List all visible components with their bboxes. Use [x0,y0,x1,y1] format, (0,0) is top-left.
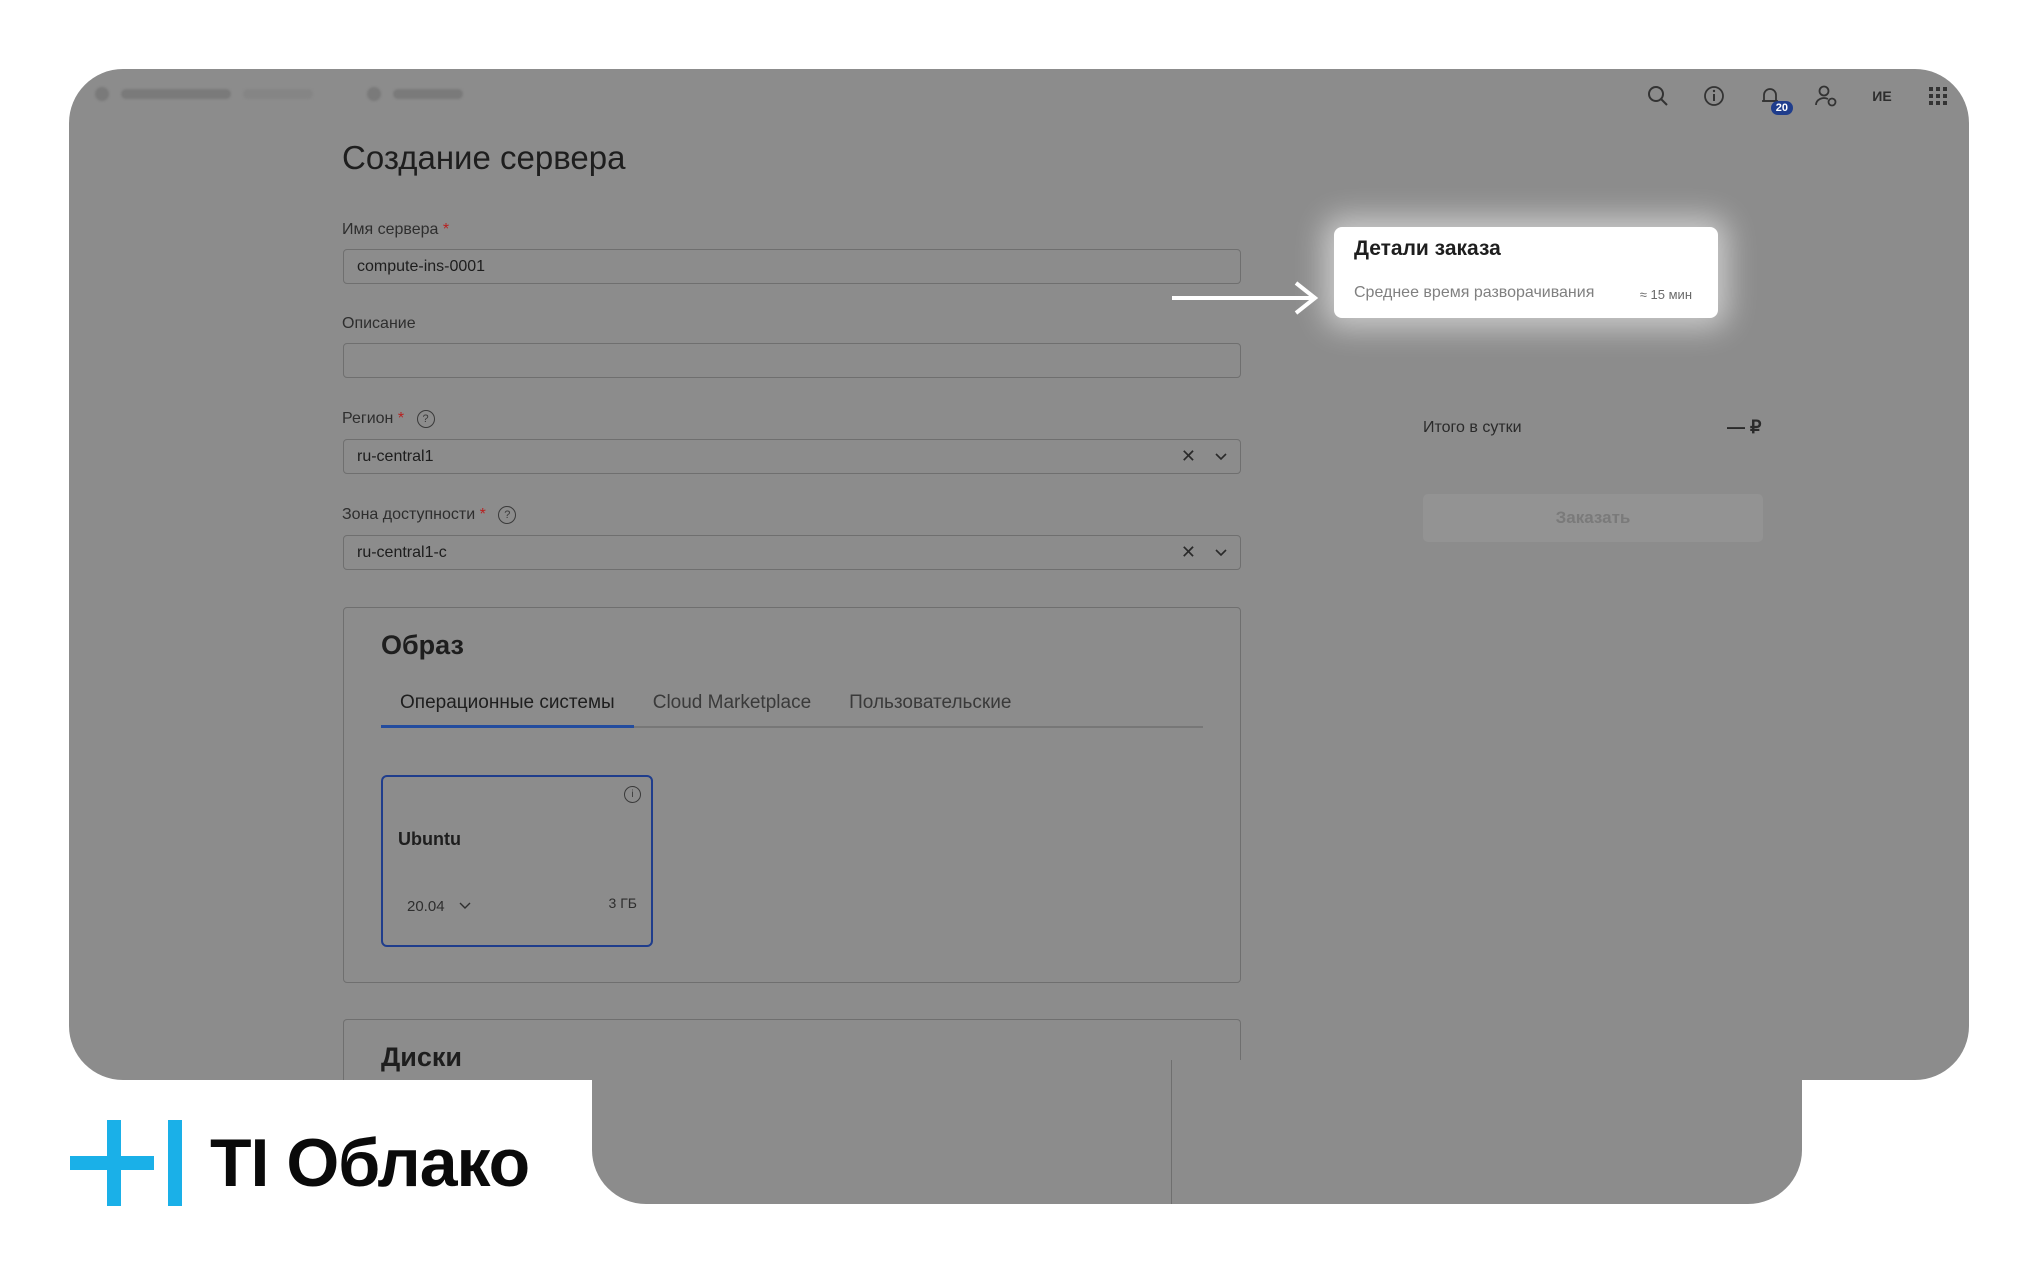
balance-blurred [393,89,463,99]
order-button[interactable]: Заказать [1423,494,1763,542]
image-section: Образ Операционные системы Cloud Marketp… [343,607,1241,983]
user-settings-icon[interactable] [1813,83,1839,109]
info-icon[interactable]: i [624,786,641,803]
required-mark: * [479,506,486,524]
total-label: Итого в сутки [1423,419,1522,436]
zone-label: Зона доступности * ? [342,506,517,524]
brand-mark-icon [70,1120,182,1206]
deploy-time-label: Среднее время разворачивания [1354,284,1595,301]
clear-icon[interactable]: ✕ [1181,440,1196,484]
avatar[interactable]: ИЕ [1869,83,1895,109]
region-select[interactable]: ru-central1 ✕ [343,439,1241,474]
disks-section-title: Диски [381,1042,462,1072]
app-screenshot: 20 ИЕ Создание сервера Имя сервера * com… [69,69,1969,1080]
tab-operating-systems[interactable]: Операционные системы [381,686,634,728]
chevron-down-icon[interactable] [1214,440,1228,484]
os-name: Ubuntu [398,829,461,849]
server-name-input[interactable]: compute-ins-0001 [343,249,1241,284]
zone-value: ru-central1-c [357,544,447,561]
os-size: 3 ГБ [608,895,637,911]
disks-section-continued [592,1060,1172,1204]
server-name-value: compute-ins-0001 [357,258,486,275]
topbar-actions: 20 ИЕ [1645,83,1951,115]
help-icon[interactable]: ? [416,410,435,428]
region-label: Регион * ? [342,410,435,428]
project-icon [95,87,109,101]
brand-name: TI Облако [210,1125,530,1201]
corner-panel [1802,1080,2028,1268]
description-label: Описание [342,315,416,332]
zone-label-text: Зона доступности [342,506,476,524]
zone-select[interactable]: ru-central1-c ✕ [343,535,1241,570]
chevron-down-icon[interactable] [1214,536,1228,580]
order-details-title: Детали заказа [1354,237,1501,260]
region-label-text: Регион [342,410,394,428]
deploy-time-value: ≈ 15 мин [1639,287,1692,302]
page-title: Создание сервера [342,139,626,176]
brand-logo: TI Облако [70,1120,530,1206]
required-mark: * [442,221,450,238]
order-details-card: Детали заказа Среднее время разворачиван… [1334,227,1718,318]
os-version-value: 20.04 [407,898,445,915]
search-icon[interactable] [1645,83,1671,109]
image-tabs: Операционные системы Cloud Marketplace П… [381,686,1203,728]
project-breadcrumb [95,87,463,101]
description-input[interactable] [343,343,1241,378]
help-icon[interactable]: ? [498,506,517,524]
apps-grid-icon[interactable] [1925,83,1951,109]
arrow-right-icon [1172,281,1319,315]
region-value: ru-central1 [357,448,434,465]
server-name-label-text: Имя сервера [342,221,439,238]
balance-icon [367,87,381,101]
tab-cloud-marketplace[interactable]: Cloud Marketplace [634,686,830,726]
clear-icon[interactable]: ✕ [1181,536,1196,580]
os-card-ubuntu[interactable]: i Ubuntu 20.04 3 ГБ [381,775,653,947]
os-version-select[interactable]: 20.04 [407,898,471,915]
image-section-title: Образ [381,630,464,660]
app-screenshot-bottom [592,1060,1802,1204]
total-value: — ₽ [1727,417,1762,437]
notification-badge: 20 [1770,101,1793,115]
user-initials: ИЕ [1872,88,1892,104]
required-mark: * [397,410,405,428]
info-icon[interactable] [1701,83,1727,109]
tab-custom[interactable]: Пользовательские [830,686,1030,726]
project-id-blurred [243,89,313,99]
server-name-label: Имя сервера * [342,221,449,239]
project-name-blurred [121,89,231,99]
bell-icon[interactable]: 20 [1757,83,1793,115]
